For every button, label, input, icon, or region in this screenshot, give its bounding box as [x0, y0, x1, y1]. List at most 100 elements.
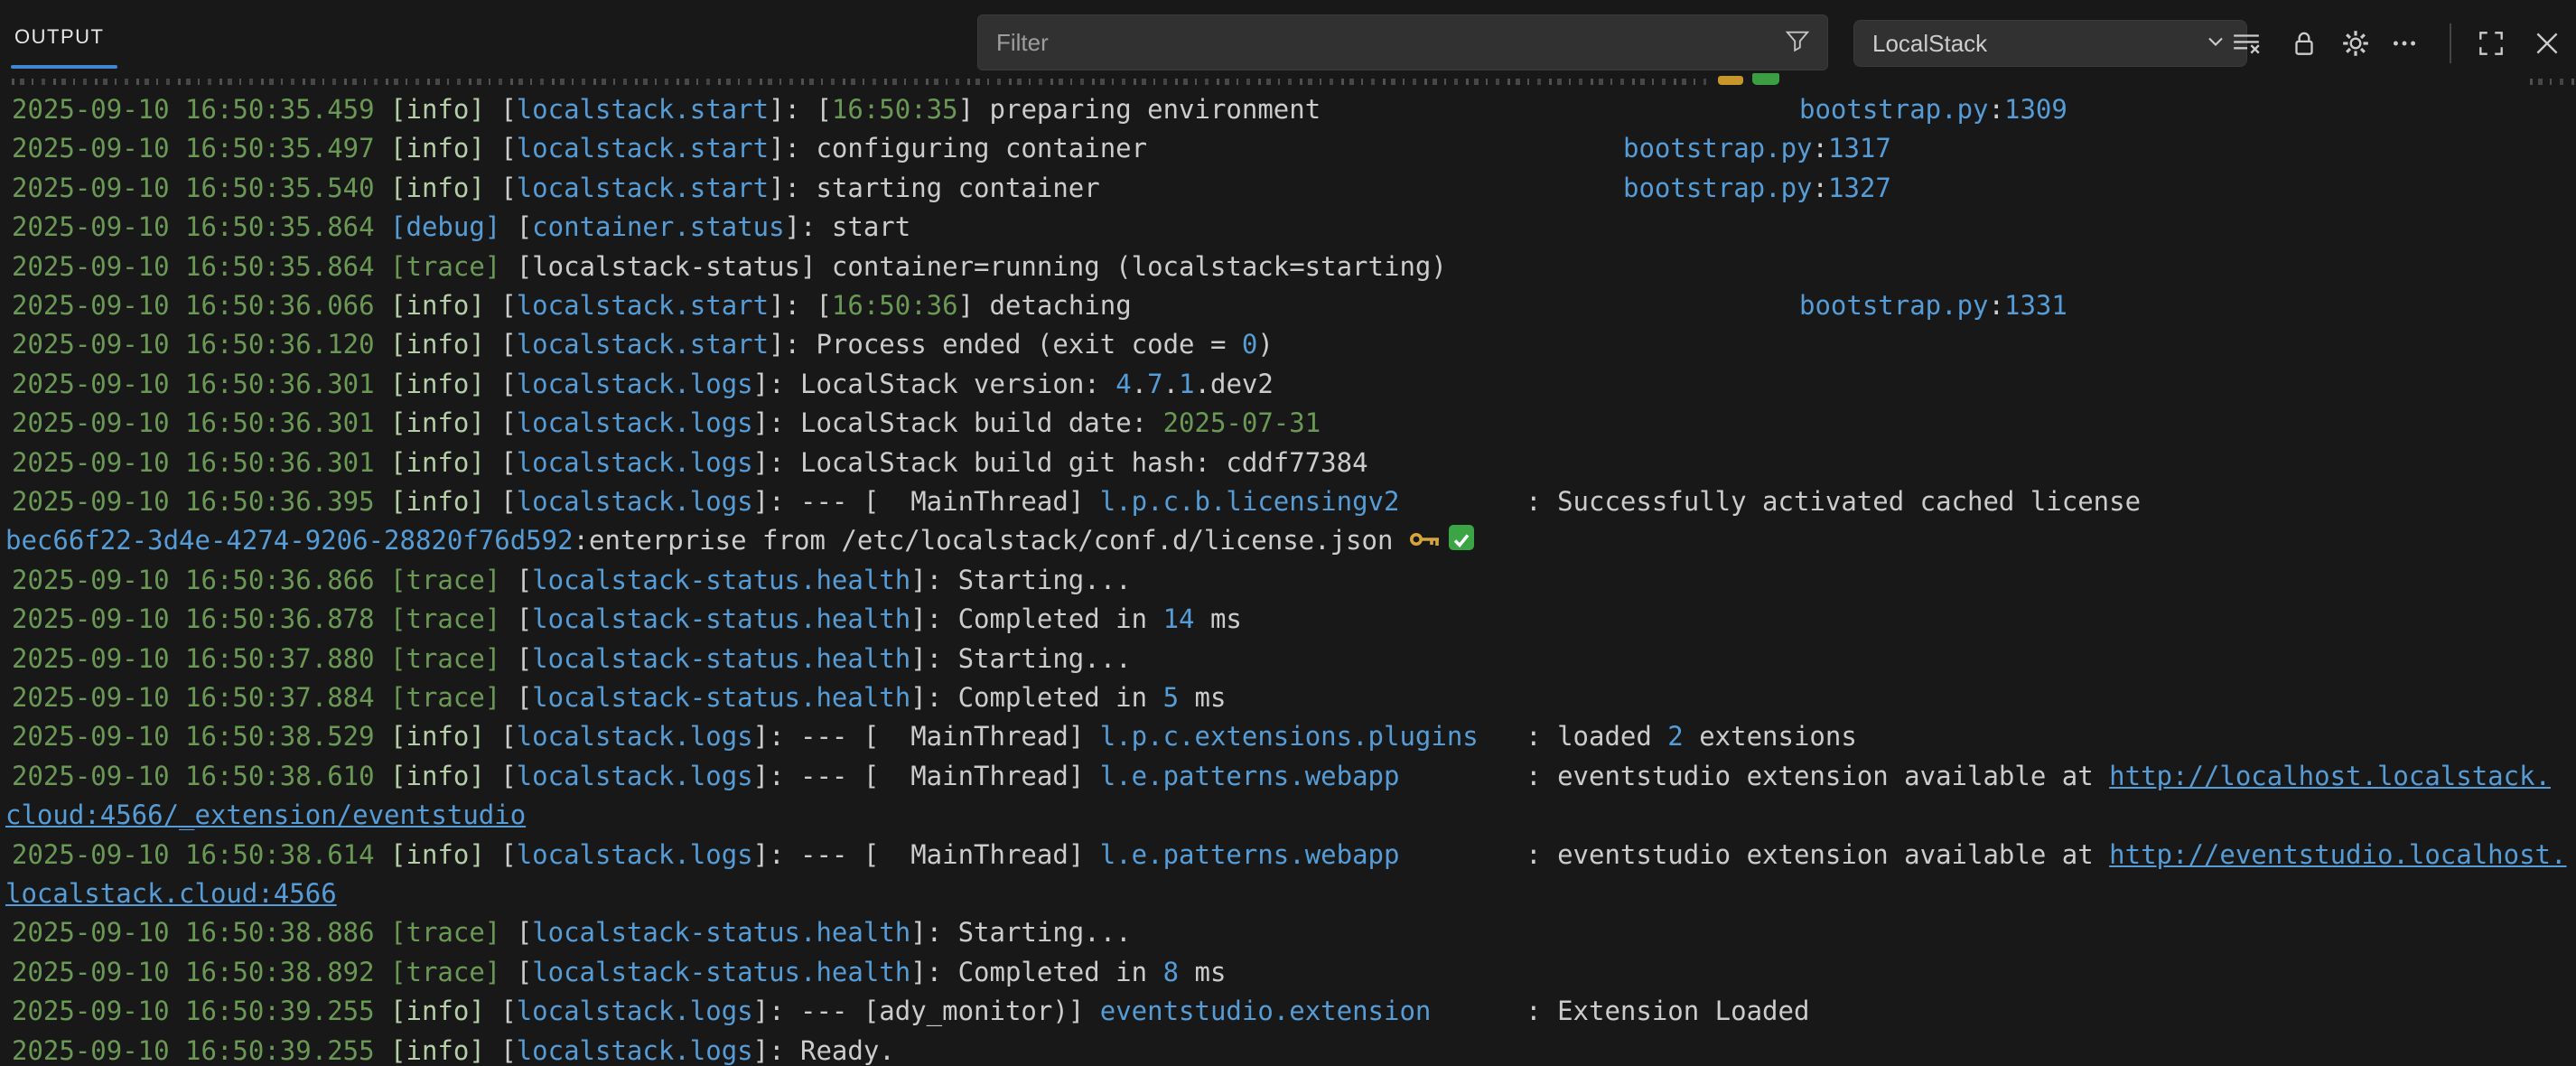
log-row: bec66f22-3d4e-4274-9206-28820f76d592:ent…	[5, 521, 2576, 560]
log-text-segment: [info]	[390, 996, 485, 1026]
check-icon	[1449, 525, 1474, 550]
log-text-segment: : Successfully activated cached license	[1399, 486, 2141, 517]
source-location-segment: bootstrap.py	[1799, 94, 1989, 125]
log-row: 2025-09-10 16:50:36.301 [info] [localsta…	[12, 404, 2576, 443]
log-row: 2025-09-10 16:50:36.301 [info] [localsta…	[12, 444, 2576, 482]
log-text-segment: bec66f22-3d4e-4274-9206-28820f76d592	[5, 525, 574, 556]
log-text-segment: [	[500, 211, 532, 242]
check-icon-fragment	[1752, 73, 1779, 85]
log-text-segment: ]: Ready.	[753, 1035, 895, 1066]
log-text-segment: 2025-09-10 16:50:36.301	[12, 407, 390, 438]
log-row: 2025-09-10 16:50:36.878 [trace] [localst…	[12, 600, 2576, 639]
log-text-segment: localstack-status.health	[532, 603, 910, 634]
log-text-segment: localstack.start	[517, 133, 769, 164]
log-text-segment: [info]	[390, 173, 485, 203]
tab-output[interactable]: OUTPUT	[14, 25, 104, 49]
log-text-segment: [info]	[390, 447, 485, 478]
log-text-segment: localstack.logs	[517, 486, 753, 517]
log-row: 2025-09-10 16:50:36.301 [info] [localsta…	[12, 365, 2576, 404]
log-text-segment: localstack.logs	[517, 407, 753, 438]
log-text-segment: [	[500, 565, 532, 595]
log-text-segment: 5	[1163, 682, 1179, 713]
log-text-segment: l.p.c.extensions.plugins	[1100, 721, 1479, 752]
log-text-segment: ]: [	[769, 290, 832, 321]
log-text-segment: 16:50:36	[832, 290, 958, 321]
log-text-segment: ]: LocalStack build date:	[753, 407, 1163, 438]
clipped-text-fragments	[12, 79, 1706, 85]
source-location-segment: 1327	[1828, 173, 1891, 203]
log-text-segment: 2	[1667, 721, 1683, 752]
log-link[interactable]: localstack.cloud:4566	[5, 878, 337, 909]
log-text-segment: 8	[1163, 957, 1179, 987]
log-text-segment: localstack.logs	[517, 996, 753, 1026]
source-location-link[interactable]: bootstrap.py:1331	[1799, 286, 2067, 325]
log-text-segment: [info]	[390, 369, 485, 399]
log-row: 2025-09-10 16:50:35.459 [info] [localsta…	[12, 90, 2576, 129]
log-row: cloud:4566/_extension/eventstudio	[5, 796, 2576, 835]
log-text-segment: : eventstudio extension available at	[1399, 839, 2109, 870]
log-text-segment: [trace]	[390, 603, 500, 634]
log-row: 2025-09-10 16:50:38.529 [info] [localsta…	[12, 717, 2576, 756]
log-text-segment: [info]	[390, 133, 485, 164]
log-text-segment: )	[1257, 329, 1273, 360]
log-text-segment: localstack.logs	[517, 721, 753, 752]
log-text-segment: ]: Completed in	[910, 957, 1162, 987]
log-text-segment: [	[485, 486, 517, 517]
log-text-segment: localstack.start	[517, 173, 769, 203]
log-row: 2025-09-10 16:50:38.614 [info] [localsta…	[12, 836, 2576, 874]
log-text-segment: 0	[1242, 329, 1257, 360]
log-text-segment: 1	[1179, 369, 1194, 399]
log-text-segment: localstack.logs	[517, 447, 753, 478]
log-row: 2025-09-10 16:50:38.892 [trace] [localst…	[12, 953, 2576, 992]
log-text-segment: [	[485, 721, 517, 752]
log-text-segment: [info]	[390, 290, 485, 321]
log-text-segment: ms	[1179, 682, 1226, 713]
source-location-link[interactable]: bootstrap.py:1309	[1799, 90, 2067, 129]
log-text-segment: localstack.logs	[517, 761, 753, 791]
log-text-segment: 14	[1163, 603, 1195, 634]
log-row: 2025-09-10 16:50:37.884 [trace] [localst…	[12, 678, 2576, 717]
log-link[interactable]: cloud:4566/_extension/eventstudio	[5, 800, 526, 830]
log-text-segment: [trace]	[390, 957, 500, 987]
log-text-segment: ]: --- [ MainThread]	[753, 839, 1100, 870]
log-text-segment: localstack-status.health	[532, 565, 910, 595]
log-text-segment: .	[1132, 369, 1147, 399]
log-text-segment: 2025-09-10 16:50:35.864	[12, 251, 390, 282]
log-text-segment: ms	[1194, 603, 1241, 634]
log-text-segment: 2025-09-10 16:50:35.540	[12, 173, 390, 203]
log-text-segment: ]: LocalStack version:	[753, 369, 1116, 399]
source-location-link[interactable]: bootstrap.py:1317	[1623, 129, 1891, 168]
log-text-segment: 2025-09-10 16:50:38.892	[12, 957, 390, 987]
log-link[interactable]: http://eventstudio.localhost.	[2109, 839, 2566, 870]
log-row-clipped	[12, 51, 2576, 90]
log-row: 2025-09-10 16:50:36.395 [info] [localsta…	[12, 482, 2576, 521]
key-icon-fragment	[1718, 76, 1743, 85]
log-text-segment: ]: starting container	[769, 173, 1100, 203]
log-row: 2025-09-10 16:50:36.866 [trace] [localst…	[12, 561, 2576, 600]
log-row: 2025-09-10 16:50:38.610 [info] [localsta…	[12, 757, 2576, 796]
source-location-link[interactable]: bootstrap.py:1327	[1623, 169, 1891, 208]
log-text-segment: [	[485, 329, 517, 360]
log-link[interactable]: http://localhost.localstack.	[2109, 761, 2551, 791]
log-text-segment: ]: Starting...	[910, 643, 1131, 674]
source-location-segment: :	[1813, 173, 1828, 203]
log-text-segment: [info]	[390, 486, 485, 517]
log-text-segment: 2025-09-10 16:50:35.864	[12, 211, 390, 242]
log-text-segment: [	[485, 173, 517, 203]
log-text-segment: ] preparing environment	[958, 94, 1321, 125]
log-text-segment: [info]	[390, 721, 485, 752]
log-row: 2025-09-10 16:50:37.880 [trace] [localst…	[12, 640, 2576, 678]
log-text-segment: localstack.logs	[517, 369, 753, 399]
log-text-segment: localstack-status.health	[532, 643, 910, 674]
source-location-segment: bootstrap.py	[1799, 290, 1989, 321]
log-text-segment: ]: LocalStack build git hash: cddf77384	[753, 447, 1368, 478]
output-log[interactable]: 2025-09-10 16:50:35.459 [info] [localsta…	[0, 76, 2576, 1066]
log-text-segment: 2025-09-10 16:50:36.866	[12, 565, 390, 595]
log-row: 2025-09-10 16:50:35.864 [debug] [contain…	[12, 208, 2576, 247]
log-text-segment: 2025-07-31	[1163, 407, 1321, 438]
log-text-segment: [trace]	[390, 251, 500, 282]
log-row: 2025-09-10 16:50:36.120 [info] [localsta…	[12, 325, 2576, 364]
log-text-segment: localstack.logs	[517, 1035, 753, 1066]
log-text-segment: .	[1163, 369, 1179, 399]
log-text-segment: [info]	[390, 407, 485, 438]
